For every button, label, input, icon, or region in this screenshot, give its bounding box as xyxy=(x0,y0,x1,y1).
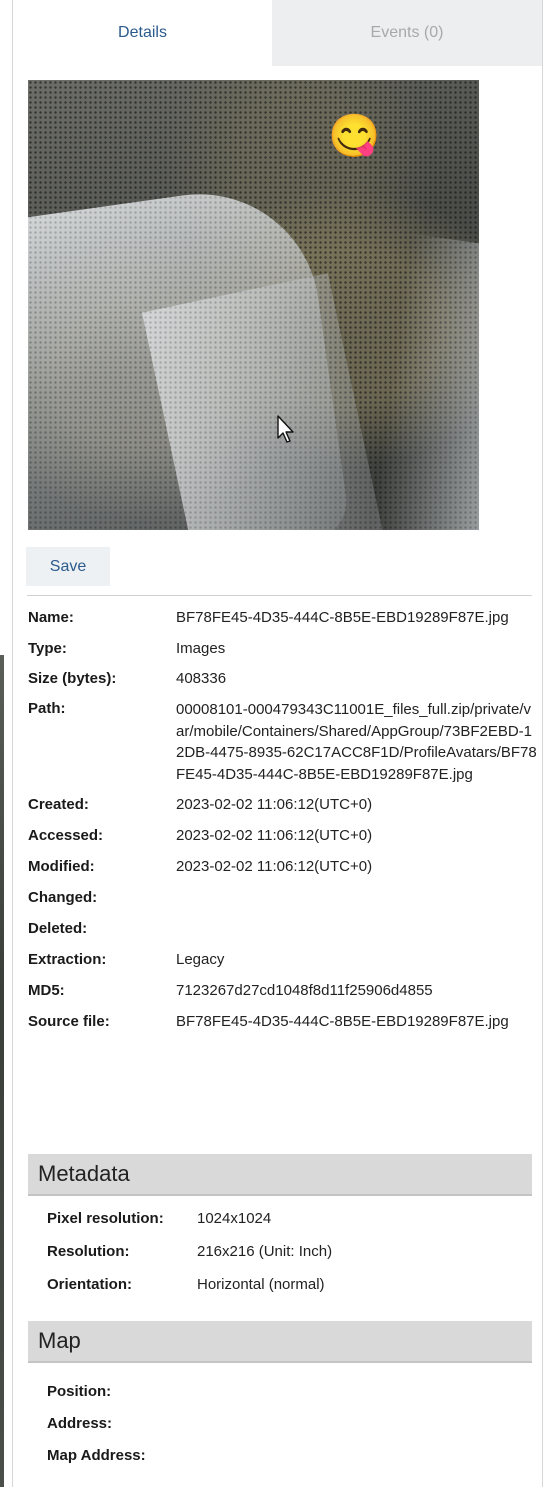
tab-events[interactable]: Events (0) xyxy=(272,0,542,66)
property-value: BF78FE45-4D35-444C-8B5E-EBD19289F87E.jpg xyxy=(176,1013,509,1031)
property-value xyxy=(197,1414,527,1434)
map-section-header[interactable]: Map xyxy=(28,1321,532,1363)
tab-details[interactable]: Details xyxy=(13,0,272,66)
property-value: 408336 xyxy=(176,670,227,687)
property-label: Name: xyxy=(28,609,74,626)
property-row-md5: MD5: 7123267d27cd1048f8d11f25906d4855 xyxy=(28,981,538,1001)
preview-mesh-overlay xyxy=(28,80,479,530)
property-value: 2023-02-02 11:06:12(UTC+0) xyxy=(176,827,373,845)
background-window-edge xyxy=(0,0,12,1487)
metadata-row-pixel-resolution: Pixel resolution: 1024x1024 xyxy=(47,1209,527,1229)
property-label: Map Address: xyxy=(47,1447,146,1464)
property-value xyxy=(197,1382,527,1402)
property-value: Images xyxy=(176,640,226,657)
property-row-name: Name: BF78FE45-4D35-444C-8B5E-EBD19289F8… xyxy=(28,608,538,628)
property-row-deleted: Deleted: xyxy=(28,919,538,939)
property-label: Created: xyxy=(28,796,89,814)
details-panel: Details Events (0) 😋 Save Name: BF78FE45… xyxy=(12,0,543,1487)
property-value: Legacy xyxy=(176,951,225,969)
property-label: Position: xyxy=(47,1383,112,1400)
map-properties: Position: Address: Map Address: xyxy=(47,1382,527,1466)
save-button[interactable]: Save xyxy=(26,547,110,586)
property-row-extraction: Extraction: Legacy xyxy=(28,950,538,970)
property-label: Modified: xyxy=(28,858,95,876)
property-row-accessed: Accessed: 2023-02-02 11:06:12(UTC+0) xyxy=(28,826,538,846)
property-value: 216x216 (Unit: Inch) xyxy=(197,1243,333,1260)
property-label: Size (bytes): xyxy=(28,670,117,687)
property-label: Address: xyxy=(47,1415,113,1432)
property-value: 00008101-000479343C11001E_files_full.zip… xyxy=(176,701,537,783)
file-properties: Name: BF78FE45-4D35-444C-8B5E-EBD19289F8… xyxy=(28,608,538,1032)
property-value xyxy=(176,919,538,939)
property-label: Orientation: xyxy=(47,1276,132,1293)
metadata-section-header[interactable]: Metadata xyxy=(28,1154,532,1196)
property-value: 2023-02-02 11:06:12(UTC+0) xyxy=(176,796,373,814)
property-label: Changed: xyxy=(28,889,98,907)
property-value: 2023-02-02 11:06:12(UTC+0) xyxy=(176,858,373,876)
property-value xyxy=(176,888,538,908)
property-value: 1024x1024 xyxy=(197,1210,272,1227)
property-label: Pixel resolution: xyxy=(47,1210,164,1227)
metadata-row-orientation: Orientation: Horizontal (normal) xyxy=(47,1275,527,1295)
property-label: Deleted: xyxy=(28,920,88,938)
property-label: Accessed: xyxy=(28,827,104,845)
property-label: Source file: xyxy=(28,1013,110,1031)
property-row-type: Type: Images xyxy=(28,639,538,659)
property-value xyxy=(197,1446,527,1466)
property-row-path: Path: 00008101-000479343C11001E_files_fu… xyxy=(28,699,538,785)
property-row-modified: Modified: 2023-02-02 11:06:12(UTC+0) xyxy=(28,857,538,877)
map-row-address: Address: xyxy=(47,1414,527,1434)
map-row-map-address: Map Address: xyxy=(47,1446,527,1466)
property-value: BF78FE45-4D35-444C-8B5E-EBD19289F87E.jpg xyxy=(176,609,509,626)
section-divider xyxy=(27,595,532,596)
property-row-size: Size (bytes): 408336 xyxy=(28,669,538,689)
property-row-changed: Changed: xyxy=(28,888,538,908)
image-preview: 😋 xyxy=(28,80,479,530)
tab-bar: Details Events (0) xyxy=(13,0,542,66)
property-label: Type: xyxy=(28,640,67,657)
property-label: Path: xyxy=(28,700,66,717)
metadata-properties: Pixel resolution: 1024x1024 Resolution: … xyxy=(47,1209,527,1295)
property-row-created: Created: 2023-02-02 11:06:12(UTC+0) xyxy=(28,795,538,815)
property-label: MD5: xyxy=(28,982,65,1000)
mouse-pointer-icon xyxy=(277,415,294,443)
metadata-row-resolution: Resolution: 216x216 (Unit: Inch) xyxy=(47,1242,527,1262)
background-window-sliver xyxy=(0,655,4,1487)
property-label: Resolution: xyxy=(47,1243,130,1260)
map-row-position: Position: xyxy=(47,1382,527,1402)
property-label: Extraction: xyxy=(28,951,107,969)
property-value: Horizontal (normal) xyxy=(197,1276,325,1293)
property-value: 7123267d27cd1048f8d11f25906d4855 xyxy=(176,982,433,1000)
property-row-source-file: Source file: BF78FE45-4D35-444C-8B5E-EBD… xyxy=(28,1012,538,1032)
emoji-sticker-icon: 😋 xyxy=(328,112,381,159)
